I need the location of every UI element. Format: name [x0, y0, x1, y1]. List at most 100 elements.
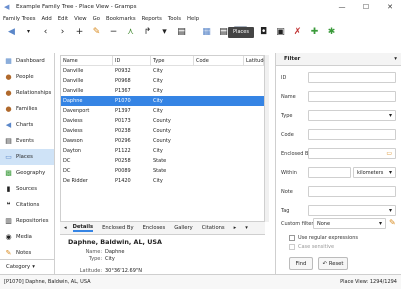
merge-icon[interactable]: ⋏	[124, 26, 137, 38]
remove-icon[interactable]: −	[107, 26, 120, 38]
addons-icon[interactable]: ✚	[308, 26, 321, 38]
name-label: Name:	[85, 249, 102, 255]
tag-select[interactable]: ▾	[308, 205, 396, 216]
sidebar-item-places[interactable]: ▭ Places	[0, 149, 54, 165]
find-button[interactable]: Find	[289, 257, 313, 270]
family-trees-icon[interactable]: ◀	[5, 26, 18, 38]
menu-add[interactable]: Add	[42, 16, 52, 22]
tab-gallery[interactable]: Gallery	[174, 225, 192, 231]
menu-bookmarks[interactable]: Bookmarks	[106, 16, 136, 22]
edit-icon[interactable]: ✎	[90, 26, 103, 38]
table-row[interactable]: DC P0089 State	[61, 166, 264, 176]
table-cell: P0932	[115, 68, 131, 74]
menu-view[interactable]: View	[74, 16, 87, 22]
table-cell: P1122	[115, 148, 131, 154]
table-row[interactable]: Danville P0932 City	[61, 66, 264, 76]
dropdown-icon[interactable]: ▾	[22, 26, 35, 38]
tab-right-icon[interactable]: ▸	[234, 225, 237, 231]
repositories-icon: ▥	[5, 217, 12, 225]
folder-icon[interactable]: ▭	[386, 150, 392, 157]
custom-filter-select[interactable]: None ▾	[313, 218, 386, 229]
table-row[interactable]: Daviess P0173 County	[61, 116, 264, 126]
case-checkbox[interactable]	[289, 244, 295, 250]
sidebar-item-geography[interactable]: ▩ Geography	[0, 165, 54, 181]
list-view-icon[interactable]: ▦	[200, 26, 213, 38]
sidebar-item-citations[interactable]: ❝ Citations	[0, 197, 54, 213]
toolbar: ◀ ▾ ‹ › + ✎ − ⋏ ↱ ▾ ▤ ▦ ▤ ▥ ◘ ▣ ✗ ✚ ✱	[0, 24, 401, 40]
menu-edit[interactable]: Edit	[58, 16, 68, 22]
list-scrollbar[interactable]	[265, 55, 269, 222]
families-icon: ●	[5, 105, 12, 113]
code-input[interactable]	[308, 129, 396, 140]
menu-reports[interactable]: Reports	[142, 16, 162, 22]
menu-family-trees[interactable]: Family Trees	[3, 16, 36, 22]
media-icon: ◉	[5, 233, 12, 241]
column-id[interactable]: ID	[113, 56, 151, 66]
sidebar-item-dashboard[interactable]: ▦ Dashboard	[0, 53, 54, 69]
column-type[interactable]: Type	[151, 56, 194, 66]
tab-details[interactable]: Details	[72, 224, 94, 232]
go-icon[interactable]: ↱	[141, 26, 154, 38]
note-input[interactable]	[308, 186, 396, 197]
dropdown-icon[interactable]: ▾	[158, 26, 171, 38]
table-cell: P0238	[115, 128, 131, 134]
table-row[interactable]: Daphne P1070 City	[61, 96, 264, 106]
clipboard-icon[interactable]: ▤	[175, 26, 188, 38]
settings-icon[interactable]: ✱	[325, 26, 338, 38]
sidebar-item-repositories[interactable]: ▥ Repositories	[0, 213, 54, 229]
within-input[interactable]	[308, 167, 351, 178]
column-latitude[interactable]: Latitude	[244, 56, 264, 66]
reset-button[interactable]: ↶ Reset	[318, 257, 348, 270]
close-icon[interactable]: ✕	[382, 2, 398, 12]
forward-icon[interactable]: ›	[56, 26, 69, 38]
chevron-down-icon: ▾	[388, 169, 392, 176]
table-cell: Dayton	[63, 148, 82, 154]
table-row[interactable]: Dayton P1122 City	[61, 146, 264, 156]
filter-sidebar: Filter ▾ ID Name Type ▾ Code Enclosed By …	[275, 53, 401, 274]
enclosed-by-input[interactable]: ▭	[308, 148, 396, 159]
menu-go[interactable]: Go	[93, 16, 100, 22]
sidebar-item-media[interactable]: ◉ Media	[0, 229, 54, 245]
unit-select[interactable]: kilometers ▾	[353, 167, 396, 178]
table-row[interactable]: Danville P0968 City	[61, 76, 264, 86]
sidebar-item-events[interactable]: ▤ Events	[0, 133, 54, 149]
tools-icon[interactable]: ✗	[291, 26, 304, 38]
chevron-down-icon[interactable]: ▾	[245, 225, 248, 231]
menu-help[interactable]: Help	[187, 16, 199, 22]
menu-tools[interactable]: Tools	[168, 16, 181, 22]
category-button[interactable]: Category ▾	[0, 259, 55, 274]
table-row[interactable]: De Ridder P1420 City	[61, 176, 264, 186]
maximize-icon[interactable]: ☐	[358, 2, 374, 12]
column-name[interactable]: Name	[61, 56, 113, 66]
sidebar-item-families[interactable]: ● Families	[0, 101, 54, 117]
place-title: Daphne, Baldwin, AL, USA	[68, 238, 162, 246]
sidebar-item-relationships[interactable]: ● Relationships	[0, 85, 54, 101]
reports-icon[interactable]: ▣	[274, 26, 287, 38]
sidebar-item-people[interactable]: ● People	[0, 69, 54, 85]
sidebar-item-sources[interactable]: ▮ Sources	[0, 181, 54, 197]
table-row[interactable]: Danville P1367 City	[61, 86, 264, 96]
table-row[interactable]: Davenport P1397 City	[61, 106, 264, 116]
tab-encloses[interactable]: Encloses	[143, 225, 166, 231]
relationships-icon: ●	[5, 89, 12, 97]
table-row[interactable]: DC P0258 State	[61, 156, 264, 166]
sidebar-item-charts[interactable]: ◀ Charts	[0, 117, 54, 133]
config-view-icon[interactable]: ◘	[257, 26, 270, 38]
name-input[interactable]	[308, 91, 396, 102]
regex-checkbox[interactable]	[289, 235, 295, 241]
tab-citations[interactable]: Citations	[202, 225, 225, 231]
tab-left-icon[interactable]: ◂	[64, 225, 67, 231]
add-icon[interactable]: +	[73, 26, 86, 38]
type-select[interactable]: ▾	[308, 110, 396, 121]
minimize-icon[interactable]: —	[334, 2, 350, 12]
table-row[interactable]: Daviess P0238 County	[61, 126, 264, 136]
back-icon[interactable]: ‹	[39, 26, 52, 38]
tab-enclosed-by[interactable]: Enclosed By	[102, 225, 134, 231]
geography-icon: ▩	[5, 169, 12, 177]
tooltip: Places	[228, 27, 254, 38]
table-row[interactable]: Dawson P0296 County	[61, 136, 264, 146]
chevron-down-icon[interactable]: ▾	[394, 56, 397, 62]
column-code[interactable]: Code	[194, 56, 244, 66]
id-input[interactable]	[308, 72, 396, 83]
edit-filter-icon[interactable]: ✎	[389, 218, 396, 227]
